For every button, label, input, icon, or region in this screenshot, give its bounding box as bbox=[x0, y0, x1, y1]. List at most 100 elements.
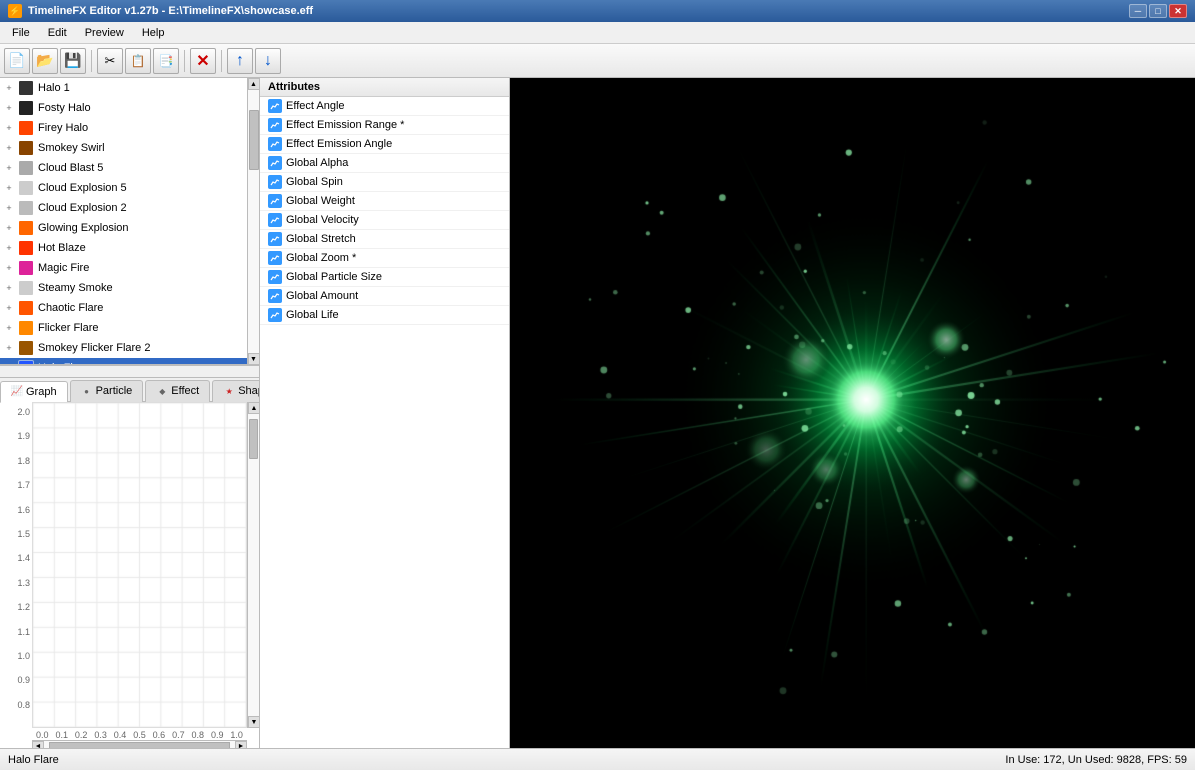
menu-file[interactable]: File bbox=[4, 25, 38, 41]
save-file-btn[interactable]: 💾 bbox=[60, 48, 86, 74]
tab-graph[interactable]: 📈 Graph bbox=[0, 381, 68, 403]
y-label: 1.4 bbox=[2, 553, 30, 563]
toolbar-sep-1 bbox=[91, 50, 92, 72]
expand-btn-12[interactable]: + bbox=[4, 323, 14, 333]
expand-btn-6[interactable]: + bbox=[4, 203, 14, 213]
item-icon-0 bbox=[18, 80, 34, 96]
attr-item-1[interactable]: Effect Emission Range * bbox=[260, 116, 509, 135]
tab-particle[interactable]: ● Particle bbox=[70, 380, 144, 402]
item-icon-5 bbox=[18, 180, 34, 196]
tab-effect[interactable]: ◆ Effect bbox=[145, 380, 210, 402]
effect-item-0[interactable]: + Halo 1 bbox=[0, 78, 247, 98]
y-label: 1.3 bbox=[2, 578, 30, 588]
title-text: TimelineFX Editor v1.27b - E:\TimelineFX… bbox=[28, 5, 313, 17]
graph-scroll-up[interactable]: ▲ bbox=[248, 402, 259, 414]
x-label: 0.2 bbox=[75, 730, 88, 738]
expand-btn-7[interactable]: + bbox=[4, 223, 14, 233]
effect-item-11[interactable]: +Chaotic Flare bbox=[0, 298, 247, 318]
effect-item-9[interactable]: +Magic Fire bbox=[0, 258, 247, 278]
item-icon-8 bbox=[18, 240, 34, 256]
attr-item-0[interactable]: Effect Angle bbox=[260, 97, 509, 116]
item-icon-11 bbox=[18, 300, 34, 316]
effect-item-3[interactable]: +Smokey Swirl bbox=[0, 138, 247, 158]
cut-btn[interactable]: ✂ bbox=[97, 48, 123, 74]
item-name-0: Halo 1 bbox=[38, 82, 70, 94]
x-label: 0.0 bbox=[36, 730, 49, 738]
paste-btn[interactable]: 📑 bbox=[153, 48, 179, 74]
menu-help[interactable]: Help bbox=[134, 25, 173, 41]
x-label: 0.3 bbox=[94, 730, 107, 738]
graph-hscroll-btn-right[interactable]: ► bbox=[235, 741, 247, 749]
expand-btn-13[interactable]: + bbox=[4, 343, 14, 353]
graph-vscroll-thumb[interactable] bbox=[249, 419, 258, 459]
expand-btn-0[interactable]: + bbox=[4, 83, 14, 93]
menu-preview[interactable]: Preview bbox=[77, 25, 132, 41]
expand-btn-1[interactable]: + bbox=[4, 103, 14, 113]
left-panel: + Halo 1 +Fosty Halo+Firey Halo+Smokey Swi… bbox=[0, 78, 260, 748]
x-label: 0.7 bbox=[172, 730, 185, 738]
y-label: 0.9 bbox=[2, 675, 30, 685]
graph-x-area: 0.00.10.20.30.40.50.60.70.80.91.0 ◄ ► bbox=[32, 728, 247, 748]
item-icon-2 bbox=[18, 120, 34, 136]
item-icon-13 bbox=[18, 340, 34, 356]
graph-plot[interactable] bbox=[32, 402, 247, 728]
tab-shapes[interactable]: ★ Shapes bbox=[212, 380, 259, 402]
attr-item-6[interactable]: Global Velocity bbox=[260, 211, 509, 230]
effect-item-5[interactable]: +Cloud Explosion 5 bbox=[0, 178, 247, 198]
expand-btn-10[interactable]: + bbox=[4, 283, 14, 293]
effect-item-12[interactable]: +Flicker Flare bbox=[0, 318, 247, 338]
attr-name-6: Global Velocity bbox=[286, 214, 359, 226]
scroll-down-btn[interactable]: ▼ bbox=[248, 353, 260, 365]
effect-item-2[interactable]: +Firey Halo bbox=[0, 118, 247, 138]
attr-name-3: Global Alpha bbox=[286, 157, 348, 169]
delete-btn[interactable]: ✕ bbox=[190, 48, 216, 74]
scroll-thumb[interactable] bbox=[249, 110, 259, 170]
effect-item-6[interactable]: +Cloud Explosion 2 bbox=[0, 198, 247, 218]
move-up-btn[interactable]: ↑ bbox=[227, 48, 253, 74]
effect-item-8[interactable]: +Hot Blaze bbox=[0, 238, 247, 258]
attr-item-5[interactable]: Global Weight bbox=[260, 192, 509, 211]
copy-btn[interactable]: 📋 bbox=[125, 48, 151, 74]
attr-item-2[interactable]: Effect Emission Angle bbox=[260, 135, 509, 154]
expand-btn-4[interactable]: + bbox=[4, 163, 14, 173]
expand-btn-5[interactable]: + bbox=[4, 183, 14, 193]
attr-item-8[interactable]: Global Zoom * bbox=[260, 249, 509, 268]
attr-item-11[interactable]: Global Life bbox=[260, 306, 509, 325]
item-icon-10 bbox=[18, 280, 34, 296]
graph-hscroll-btn-left[interactable]: ◄ bbox=[32, 741, 44, 749]
particle-canvas bbox=[510, 78, 1195, 748]
expand-btn-9[interactable]: + bbox=[4, 263, 14, 273]
graph-hscroll-thumb[interactable] bbox=[49, 742, 230, 749]
graph-tab-icon: 📈 bbox=[11, 386, 23, 398]
attr-header: Attributes bbox=[260, 78, 509, 97]
menu-edit[interactable]: Edit bbox=[40, 25, 75, 41]
effect-item-1[interactable]: +Fosty Halo bbox=[0, 98, 247, 118]
attr-item-4[interactable]: Global Spin bbox=[260, 173, 509, 192]
attr-item-9[interactable]: Global Particle Size bbox=[260, 268, 509, 287]
effect-item-4[interactable]: +Cloud Blast 5 bbox=[0, 158, 247, 178]
effect-item-13[interactable]: +Smokey Flicker Flare 2 bbox=[0, 338, 247, 358]
item-icon-14 bbox=[18, 360, 34, 365]
attr-item-10[interactable]: Global Amount bbox=[260, 287, 509, 306]
attr-item-7[interactable]: Global Stretch bbox=[260, 230, 509, 249]
expand-btn-11[interactable]: + bbox=[4, 303, 14, 313]
titlebar: ⚡ TimelineFX Editor v1.27b - E:\Timeline… bbox=[0, 0, 1195, 22]
expand-btn-3[interactable]: + bbox=[4, 143, 14, 153]
scroll-up-btn[interactable]: ▲ bbox=[248, 78, 260, 90]
effect-item-14[interactable]: +Halo Flare bbox=[0, 358, 247, 365]
effect-item-10[interactable]: +Steamy Smoke bbox=[0, 278, 247, 298]
expand-btn-8[interactable]: + bbox=[4, 243, 14, 253]
status-right: In Use: 172, Un Used: 9828, FPS: 59 bbox=[1005, 754, 1187, 766]
open-file-btn[interactable]: 📂 bbox=[32, 48, 58, 74]
attr-icon-11 bbox=[268, 308, 282, 322]
move-down-btn[interactable]: ↓ bbox=[255, 48, 281, 74]
graph-scroll-down[interactable]: ▼ bbox=[248, 716, 259, 728]
attr-item-3[interactable]: Global Alpha bbox=[260, 154, 509, 173]
maximize-btn[interactable]: □ bbox=[1149, 4, 1167, 18]
minimize-btn[interactable]: ─ bbox=[1129, 4, 1147, 18]
close-btn[interactable]: ✕ bbox=[1169, 4, 1187, 18]
expand-btn-2[interactable]: + bbox=[4, 123, 14, 133]
new-file-btn[interactable]: 📄 bbox=[4, 48, 30, 74]
effect-item-7[interactable]: +Glowing Explosion bbox=[0, 218, 247, 238]
expand-btn-14[interactable]: + bbox=[4, 363, 14, 365]
